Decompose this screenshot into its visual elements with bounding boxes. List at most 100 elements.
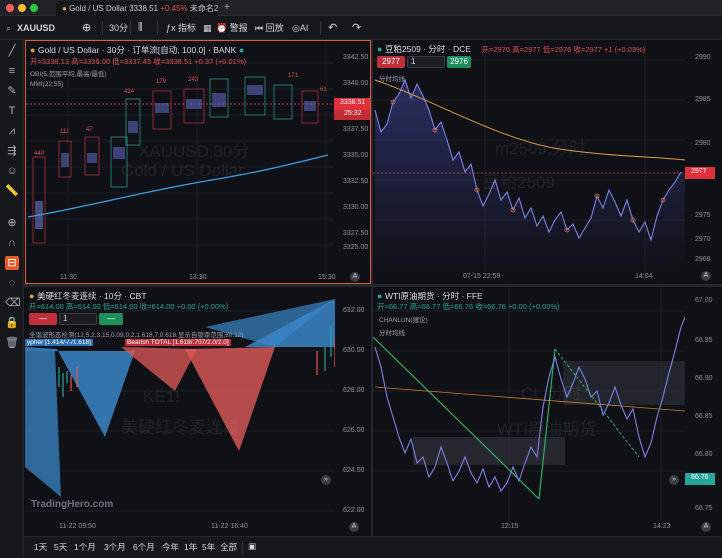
pattern-icon[interactable]: ⩘	[5, 124, 19, 138]
y-tick: 3330.00	[343, 204, 369, 211]
oil-icon: ●	[377, 291, 383, 301]
watermark-name: Gold / US Dollar	[121, 161, 244, 180]
buy-button[interactable]: —	[99, 313, 123, 325]
y-tick: 3335.00	[343, 152, 369, 159]
minimize-window-button[interactable]	[18, 4, 26, 12]
y-tick: 66.85	[695, 413, 713, 420]
forecast-icon[interactable]: ⇶	[5, 144, 19, 158]
timeframe-5y[interactable]: 5年	[202, 541, 215, 553]
eraser-icon[interactable]: ⌫	[5, 296, 21, 310]
sell-button[interactable]: 2977	[377, 56, 405, 68]
scroll-right-icon[interactable]: »	[669, 475, 679, 485]
zoom-icon[interactable]: ⊕	[5, 216, 19, 230]
panel-gold[interactable]: 440 111 47 424 179 243 171 61 ● Gold / US Dol…	[25, 40, 371, 284]
auto-scale-button[interactable]: A	[349, 522, 359, 532]
maximize-window-button[interactable]	[30, 4, 38, 12]
symbol-search-input[interactable]: XAUUSD	[17, 20, 55, 36]
auto-scale-button[interactable]: A	[350, 272, 360, 282]
y-tick: 3340.00	[343, 80, 369, 87]
quantity-input[interactable]: 1	[59, 313, 97, 325]
y-tick: 624.00	[343, 467, 365, 474]
timeframe-1y[interactable]: 1年	[184, 541, 197, 553]
x-tick: 13:30	[189, 274, 207, 281]
chart-tab[interactable]: ● Gold / US Dollar 3338.51 +0.45% 未命名2	[56, 1, 218, 16]
svg-text:179: 179	[156, 79, 167, 85]
undo-icon[interactable]: ↶	[328, 20, 337, 36]
timeframe-5d[interactable]: 5天	[54, 541, 67, 553]
indicator-label-avg[interactable]: 分时均线	[379, 73, 405, 83]
panel-wheat[interactable]: ● 美硬红冬麦连续 · 10分 · CBT 开=614.00 高=614.00 …	[25, 287, 371, 535]
y-tick: 622.00	[343, 507, 365, 514]
indicator-label-harmonic[interactable]: 全谐波形态检测(12,5,2,3,15,0.09,0.2,1.618,7,0.6…	[29, 329, 329, 339]
timeframe-1m[interactable]: 1个月	[74, 541, 96, 553]
quantity-input[interactable]: 1	[407, 56, 445, 68]
indicators-label: 指标	[178, 23, 197, 33]
panel-wti[interactable]: ● WTI原油期货 · 分时 · FFE 开=66.77 高=66.77 低=6…	[373, 287, 722, 535]
timeframe-all[interactable]: 全部	[220, 541, 237, 553]
ruler-icon[interactable]: 📏	[5, 184, 19, 198]
indicator-label-mmi[interactable]: MMI(22,55)	[30, 81, 63, 88]
alert-button[interactable]: ⏰ 警报	[216, 20, 248, 36]
timeframe-3m[interactable]: 3个月	[104, 541, 126, 553]
x-tick: 14:04	[635, 273, 653, 280]
fib-icon[interactable]: ≡	[5, 64, 19, 78]
brush-icon[interactable]: ✎	[5, 84, 19, 98]
lock-icon[interactable]: 🔒	[5, 316, 19, 330]
panel-title[interactable]: Gold / US Dollar · 30分 · 订单流[自动, 100.0] …	[38, 45, 236, 55]
panel-title[interactable]: 美硬红冬麦连续 · 10分 · CBT	[37, 291, 147, 301]
timeframe-6m[interactable]: 6个月	[133, 541, 155, 553]
indicator-label-chanlun[interactable]: CHANLUN(缠论)	[379, 314, 428, 324]
svg-text:440: 440	[34, 151, 45, 157]
sell-button[interactable]: —	[29, 313, 57, 325]
close-window-button[interactable]	[6, 4, 14, 12]
indicators-button[interactable]: ƒx 指标	[166, 20, 196, 36]
alert-label: 警报	[229, 23, 248, 33]
y-tick: 66.80	[695, 451, 713, 458]
indicator-label-obi[interactable]: OBI(5,范围平均,最高/最低)	[30, 68, 107, 78]
ohlc-readout: 开=66.77 高=66.77 低=66.76 收=66.76 +0.00 (+…	[377, 302, 560, 311]
panel-title[interactable]: WTI原油期货 · 分时 · FFE	[385, 291, 483, 301]
replay-label: 回放	[265, 23, 284, 33]
interval-select[interactable]: 30分	[109, 20, 128, 36]
soymeal-chart[interactable]	[373, 40, 722, 284]
ai-icon: ◎	[292, 23, 300, 33]
buy-button[interactable]: 2976	[447, 56, 471, 68]
layout-icon[interactable]: ▦	[203, 20, 212, 36]
trendline-icon[interactable]: ╱	[5, 44, 19, 58]
scroll-right-icon[interactable]: »	[321, 475, 331, 485]
panel-soymeal[interactable]: ● 豆粕2509 · 分时 · DCE 开=2976 高=2977 低=2976…	[373, 40, 722, 284]
redo-icon[interactable]: ↷	[352, 20, 361, 36]
indicator-label-avg[interactable]: 分时均线	[379, 327, 405, 337]
text-icon[interactable]: T	[5, 104, 19, 118]
trash-icon[interactable]: 🗑	[5, 336, 19, 350]
calendar-icon[interactable]: ▣	[248, 541, 256, 552]
svg-text:61: 61	[320, 87, 327, 93]
candle-style-icon[interactable]: ⫼	[138, 20, 143, 36]
search-icon[interactable]: ⌕	[6, 20, 11, 36]
auto-scale-button[interactable]: A	[701, 522, 711, 532]
emoji-icon[interactable]: ☺	[5, 164, 19, 178]
top-toolbar: ⌕ XAUUSD ⊕ 30分 ⫼ ƒx 指标 ▦ ⏰ 警报 ⏮ 回放 ◎AI ↶…	[0, 16, 722, 40]
panel-title[interactable]: 豆粕2509 · 分时 · DCE	[385, 44, 471, 54]
y-tick: 3325.00	[343, 244, 369, 251]
timeframe-ytd[interactable]: 今年	[162, 541, 179, 553]
tab-title: Gold / US Dollar	[69, 4, 127, 13]
add-tab-icon[interactable]: +	[224, 2, 230, 13]
magnet-icon[interactable]: ∩	[5, 236, 19, 250]
timeframe-1d[interactable]: 1天	[34, 541, 47, 553]
ohlc-readout: 开=2976 高=2977 低=2976 收=2977 +1 (+0.03%)	[481, 45, 646, 54]
y-tick: 66.75	[695, 505, 713, 512]
panel-divider-horizontal[interactable]	[24, 284, 722, 287]
countdown-tag: 25:32	[344, 110, 362, 117]
compare-add-icon[interactable]: ⊕	[82, 20, 91, 36]
wheat-icon: ●	[29, 291, 35, 301]
panel-divider-vertical[interactable]	[371, 40, 373, 536]
wti-chart[interactable]	[373, 287, 722, 535]
y-tick: 2985	[695, 96, 711, 103]
ai-button[interactable]: ◎AI	[292, 20, 308, 36]
auto-scale-button[interactable]: A	[701, 271, 711, 281]
hide-icon[interactable]: ◌	[5, 276, 19, 290]
replay-button[interactable]: ⏮ 回放	[255, 20, 284, 36]
lock-drawing-icon[interactable]: ⊟	[5, 256, 19, 270]
last-price-tag: 3338.51	[340, 99, 366, 106]
